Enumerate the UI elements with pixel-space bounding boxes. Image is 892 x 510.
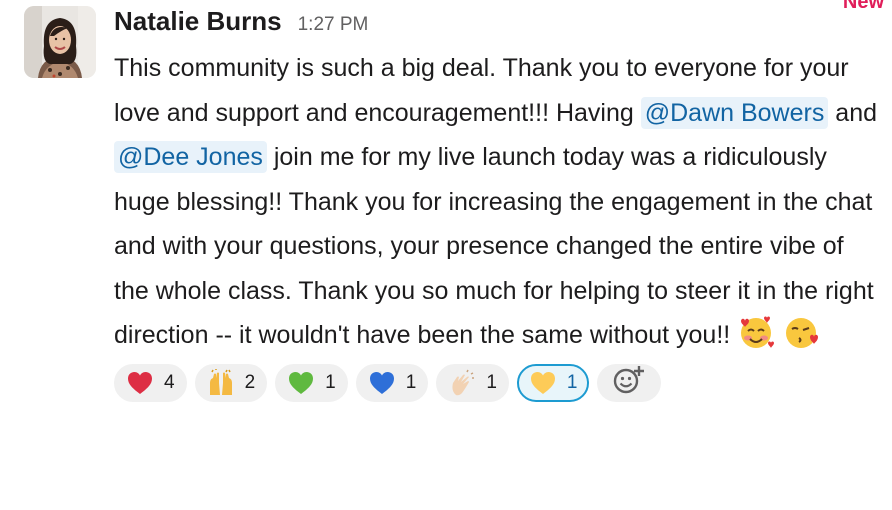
green-heart-icon <box>287 369 315 397</box>
reaction-green-heart[interactable]: 1 <box>275 363 348 402</box>
reaction-count: 1 <box>405 371 417 393</box>
sender-name[interactable]: Natalie Burns <box>114 6 282 37</box>
avatar-photo <box>24 6 96 78</box>
add-reaction-icon <box>612 364 646 401</box>
reaction-count: 1 <box>325 371 336 393</box>
message-text-part: and <box>828 98 878 127</box>
slack-message-view: New Natalie Burns 1:27 PM This community… <box>0 0 892 510</box>
message-timestamp[interactable]: 1:27 PM <box>298 14 369 36</box>
smiling-face-with-hearts-icon <box>737 313 775 351</box>
reaction-blue-heart[interactable]: 1 <box>355 363 429 402</box>
reactions-bar: 4 2 1 1 1 1 <box>114 363 882 402</box>
mention-dawn-bowers[interactable]: @Dawn Bowers <box>640 96 829 129</box>
message-body: Natalie Burns 1:27 PM This community is … <box>114 6 882 402</box>
mention-dee-jones[interactable]: @Dee Jones <box>114 141 267 173</box>
message: Natalie Burns 1:27 PM This community is … <box>24 6 884 402</box>
face-blowing-a-kiss-icon <box>783 313 821 351</box>
add-reaction-button[interactable] <box>597 363 662 402</box>
reaction-count: 1 <box>566 371 578 393</box>
clapping-hands-icon <box>448 369 476 397</box>
reaction-count: 1 <box>486 371 497 393</box>
blue-heart-icon <box>368 369 396 397</box>
reaction-count: 4 <box>164 371 175 393</box>
raising-hands-icon <box>207 368 235 397</box>
message-text: This community is such a big deal. Thank… <box>114 46 882 358</box>
avatar[interactable] <box>24 6 96 78</box>
reaction-yellow-heart[interactable]: 1 <box>516 363 590 402</box>
reaction-clapping-hands[interactable]: 1 <box>436 363 509 402</box>
reaction-count: 2 <box>244 371 256 393</box>
reaction-red-heart[interactable]: 4 <box>114 363 187 402</box>
message-header: Natalie Burns 1:27 PM <box>114 6 882 44</box>
yellow-heart-icon <box>529 369 557 397</box>
red-heart-icon <box>126 369 154 397</box>
reaction-raising-hands[interactable]: 2 <box>194 363 268 402</box>
